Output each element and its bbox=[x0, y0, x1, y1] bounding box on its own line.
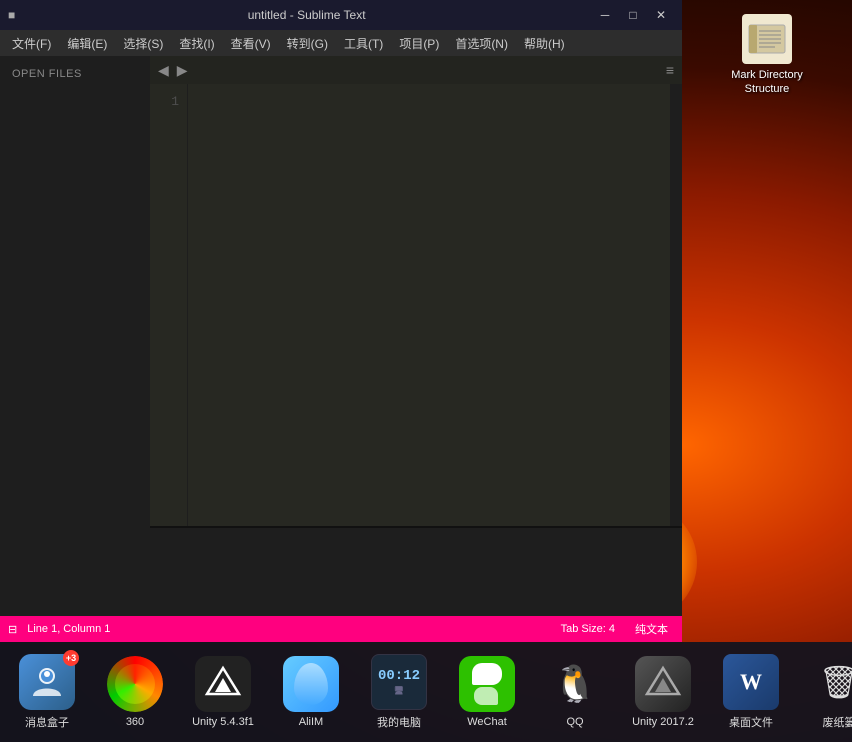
line-number-1: 1 bbox=[150, 92, 187, 112]
status-right: Tab Size: 4 纯文本 bbox=[555, 621, 674, 637]
menu-find[interactable]: 查找(I) bbox=[171, 33, 222, 54]
window-title: untitled - Sublime Text bbox=[21, 8, 592, 22]
qq-penguin-icon: 🐧 bbox=[553, 663, 598, 705]
taskbar-icon-qq: 🐧 bbox=[547, 656, 603, 712]
taskbar-icon-aliim bbox=[283, 656, 339, 712]
taskbar: +3 消息盒子 360 Unity 5.4.3f1 bbox=[0, 642, 852, 742]
taskbar-icon-wechat bbox=[459, 656, 515, 712]
menu-file[interactable]: 文件(F) bbox=[4, 33, 59, 54]
desktop-icons-area: Mark Directory Structure bbox=[682, 0, 852, 742]
word-icon-letter: W bbox=[740, 669, 762, 695]
taskbar-icon-360 bbox=[107, 656, 163, 712]
taskbar-label-contacts: 消息盒子 bbox=[25, 714, 69, 730]
menu-help[interactable]: 帮助(H) bbox=[516, 33, 573, 54]
scrollbar[interactable] bbox=[670, 84, 682, 526]
sublime-window: ■ untitled - Sublime Text ─ □ ✕ 文件(F) 编辑… bbox=[0, 0, 682, 642]
taskbar-label-word: 桌面文件 bbox=[729, 714, 773, 730]
window-icon: ■ bbox=[8, 8, 15, 22]
wechat-bubble-2 bbox=[474, 687, 498, 705]
taskbar-label-360: 360 bbox=[126, 716, 144, 728]
sidebar: OPEN FILES bbox=[0, 56, 150, 616]
taskbar-item-qq[interactable]: 🐧 QQ bbox=[532, 644, 618, 740]
taskbar-item-360[interactable]: 360 bbox=[92, 644, 178, 740]
clock-display: 00:12 🖥 bbox=[371, 654, 427, 710]
taskbar-icon-trash: 🗑 bbox=[811, 654, 852, 710]
title-bar: ■ untitled - Sublime Text ─ □ ✕ bbox=[0, 0, 682, 30]
mark-directory-icon[interactable]: Mark Directory Structure bbox=[718, 10, 816, 101]
menu-preferences[interactable]: 首选项(N) bbox=[447, 33, 516, 54]
tab-nav-left-button[interactable]: ◀ bbox=[154, 62, 173, 79]
taskbar-item-unity543[interactable]: Unity 5.4.3f1 bbox=[180, 644, 266, 740]
tab-menu-button[interactable]: ≡ bbox=[662, 62, 678, 78]
taskbar-icon-contacts: +3 bbox=[19, 654, 75, 710]
menu-goto[interactable]: 转到(G) bbox=[279, 33, 336, 54]
encoding[interactable]: 纯文本 bbox=[629, 621, 674, 637]
menu-tools[interactable]: 工具(T) bbox=[336, 33, 391, 54]
taskbar-item-word[interactable]: W 桌面文件 bbox=[708, 644, 794, 740]
taskbar-item-contacts[interactable]: +3 消息盒子 bbox=[4, 644, 90, 740]
clock-time: 00:12 bbox=[378, 668, 420, 684]
code-content[interactable] bbox=[188, 84, 670, 526]
close-button[interactable]: ✕ bbox=[648, 2, 674, 28]
taskbar-item-wechat[interactable]: WeChat bbox=[444, 644, 530, 740]
aliim-drop bbox=[294, 663, 328, 705]
taskbar-label-mycomputer: 我的电脑 bbox=[377, 714, 421, 730]
menu-view[interactable]: 查看(V) bbox=[223, 33, 279, 54]
tab-bar: ◀ ▶ ≡ bbox=[150, 56, 682, 84]
mark-directory-label: Mark Directory Structure bbox=[722, 68, 812, 97]
mark-directory-icon-visual bbox=[742, 14, 792, 64]
line-numbers: 1 bbox=[150, 84, 188, 526]
taskbar-item-aliim[interactable]: AliIM bbox=[268, 644, 354, 740]
status-icon: ⊟ bbox=[8, 623, 17, 636]
clock-icon: 🖥 bbox=[394, 686, 404, 696]
taskbar-label-aliim: AliIM bbox=[299, 716, 323, 728]
taskbar-item-trash[interactable]: 🗑 废纸篓 bbox=[796, 644, 852, 740]
status-bar: ⊟ Line 1, Column 1 Tab Size: 4 纯文本 bbox=[0, 616, 682, 642]
menu-project[interactable]: 项目(P) bbox=[391, 33, 447, 54]
menu-bar: 文件(F) 编辑(E) 选择(S) 查找(I) 查看(V) 转到(G) 工具(T… bbox=[0, 30, 682, 56]
360-logo bbox=[107, 656, 163, 712]
taskbar-icon-word: W bbox=[723, 654, 779, 710]
tab-size[interactable]: Tab Size: 4 bbox=[555, 623, 621, 635]
contacts-badge: +3 bbox=[63, 650, 79, 666]
wechat-bubble-1 bbox=[472, 663, 502, 685]
editor-area[interactable]: ◀ ▶ ≡ 1 bbox=[150, 56, 682, 616]
open-files-label: OPEN FILES bbox=[0, 64, 150, 84]
code-editor[interactable]: 1 bbox=[150, 84, 682, 526]
menu-select[interactable]: 选择(S) bbox=[115, 33, 171, 54]
taskbar-item-unity2017[interactable]: Unity 2017.2 bbox=[620, 644, 706, 740]
trash-icon: 🗑 bbox=[819, 663, 852, 701]
taskbar-label-wechat: WeChat bbox=[467, 716, 507, 728]
taskbar-icon-mycomputer: 00:12 🖥 bbox=[371, 654, 427, 710]
minimize-button[interactable]: ─ bbox=[592, 2, 618, 28]
taskbar-label-unity543: Unity 5.4.3f1 bbox=[192, 716, 254, 728]
taskbar-icon-unity543 bbox=[195, 656, 251, 712]
wechat-bubbles bbox=[472, 663, 502, 705]
taskbar-item-mycomputer[interactable]: 00:12 🖥 我的电脑 bbox=[356, 644, 442, 740]
tab-nav-right-button[interactable]: ▶ bbox=[173, 62, 192, 79]
maximize-button[interactable]: □ bbox=[620, 2, 646, 28]
main-content: OPEN FILES ◀ ▶ ≡ 1 bbox=[0, 56, 682, 616]
taskbar-label-unity2017: Unity 2017.2 bbox=[632, 716, 694, 728]
mark-directory-icon-img bbox=[742, 14, 792, 64]
menu-edit[interactable]: 编辑(E) bbox=[59, 33, 115, 54]
bottom-panel bbox=[150, 526, 682, 616]
taskbar-label-qq: QQ bbox=[566, 716, 583, 728]
taskbar-icon-unity2017 bbox=[635, 656, 691, 712]
cursor-position: Line 1, Column 1 bbox=[21, 623, 116, 635]
taskbar-label-trash: 废纸篓 bbox=[823, 714, 852, 730]
window-controls: ─ □ ✕ bbox=[592, 2, 674, 28]
